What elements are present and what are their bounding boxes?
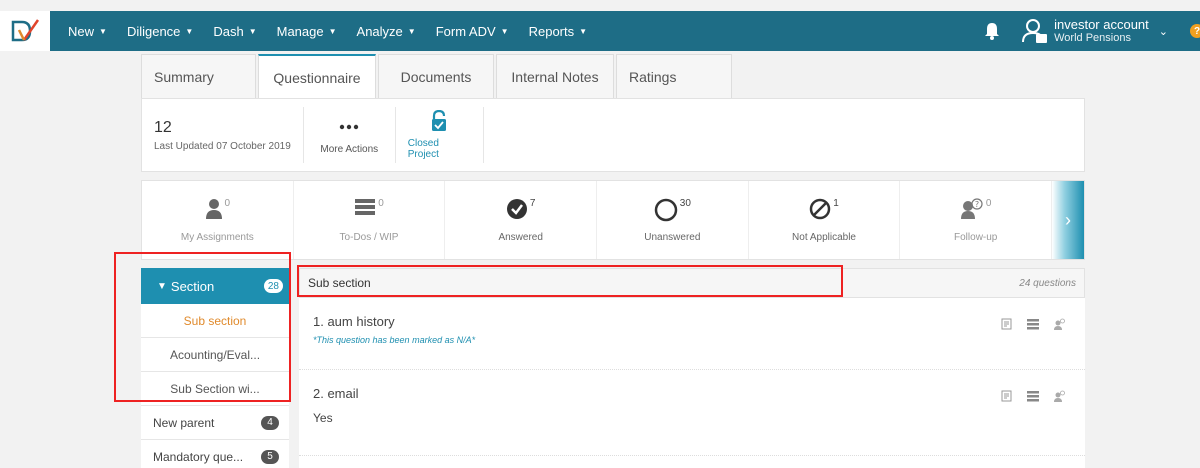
stat-count: 0: [985, 197, 992, 209]
closed-project-button[interactable]: Closed Project: [396, 107, 484, 163]
count-badge: 4: [261, 415, 279, 430]
nav-new[interactable]: New ▼: [58, 24, 117, 39]
nav-dash[interactable]: Dash ▼: [203, 24, 266, 39]
tab-documents[interactable]: Documents: [378, 54, 494, 98]
more-actions-label: More Actions: [320, 143, 379, 155]
highlight-box-sidebar: [114, 252, 291, 402]
stat-todos[interactable]: 0 To-Dos / WIP: [294, 181, 446, 259]
more-actions-button[interactable]: More Actions: [304, 107, 396, 163]
stat-count: 0: [378, 197, 384, 209]
nav-analyze-label: Analyze: [356, 23, 403, 39]
questions-panel: Sub section 24 questions 1. aum history …: [299, 268, 1085, 468]
caret-down-icon: ▼: [500, 26, 509, 36]
person-question-icon[interactable]: [1053, 390, 1065, 402]
count-badge: 5: [261, 449, 279, 464]
last-updated: Last Updated 07 October 2019: [154, 140, 291, 152]
question-title: 2. email: [313, 386, 359, 401]
person-question-icon[interactable]: [1053, 318, 1065, 330]
page-tabs: Summary Questionnaire Documents Internal…: [141, 54, 734, 99]
caret-down-icon: ▼: [248, 26, 257, 36]
edit-icon[interactable]: [1001, 390, 1013, 402]
chevron-down-icon[interactable]: ⌄: [1159, 25, 1168, 38]
project-number: 12: [154, 118, 172, 136]
caret-down-icon: ▼: [407, 26, 416, 36]
user-name: investor account: [1054, 16, 1149, 32]
edit-icon[interactable]: [1001, 318, 1013, 330]
tab-internal-notes[interactable]: Internal Notes: [496, 54, 614, 98]
sidebar-item-new-parent[interactable]: New parent 4: [141, 406, 289, 440]
question-answer: Yes: [313, 411, 333, 425]
logo-icon: [11, 19, 40, 42]
caret-down-icon: ▼: [579, 26, 588, 36]
stat-label: Answered: [498, 231, 543, 243]
ellipsis-icon: [339, 116, 359, 138]
sidebar-item-label: New parent: [153, 415, 215, 430]
stat-count: 7: [529, 197, 536, 209]
ban-icon: [809, 198, 831, 219]
logo[interactable]: [0, 11, 50, 51]
sidebar-item-mandatory[interactable]: Mandatory que... 5: [141, 440, 289, 468]
stat-my-assignments[interactable]: 0 My Assignments: [142, 181, 294, 259]
question-row[interactable]: [299, 456, 1085, 468]
stat-count: 0: [224, 197, 231, 209]
tab-ratings[interactable]: Ratings: [616, 54, 732, 98]
nav-diligence-label: Diligence: [126, 23, 181, 39]
svg-text:?: ?: [975, 200, 979, 209]
question-note: *This question has been marked as N/A*: [313, 335, 476, 345]
nav-manage-label: Manage: [276, 23, 324, 39]
stat-not-applicable[interactable]: 1 Not Applicable: [749, 181, 901, 259]
lock-check-icon: [430, 110, 448, 132]
person-question-icon: ?: [960, 197, 983, 219]
stat-follow-up[interactable]: ? 0 Follow-up: [900, 181, 1053, 259]
tab-summary[interactable]: Summary: [141, 54, 256, 98]
question-row[interactable]: 2. email Yes: [299, 370, 1085, 456]
stat-label: To-Dos / WIP: [339, 231, 399, 243]
check-circle-icon: [506, 198, 527, 219]
question-stats-bar: 0 My Assignments 0 To-Dos / WIP 7 Answer…: [141, 180, 1085, 260]
top-navbar: New ▼ Diligence ▼ Dash ▼ Manage ▼ Analyze ▼ F…: [0, 11, 1200, 51]
tasks-list-icon[interactable]: [1027, 390, 1039, 402]
user-account-icon[interactable]: [1022, 18, 1048, 44]
person-icon: [205, 198, 222, 219]
question-row[interactable]: 1. aum history *This question has been m…: [299, 298, 1085, 370]
caret-down-icon: ▼: [99, 26, 107, 36]
nav-dash-label: Dash: [213, 23, 244, 39]
tab-questionnaire[interactable]: Questionnaire: [258, 54, 376, 99]
sidebar-item-label: Mandatory que...: [153, 449, 244, 464]
stat-label: Unanswered: [644, 231, 701, 243]
help-icon[interactable]: ?: [1190, 24, 1200, 38]
question-count: 24 questions: [1019, 277, 1076, 289]
nav-reports-label: Reports: [528, 23, 575, 39]
stat-label: My Assignments: [180, 231, 254, 243]
chevron-right-icon[interactable]: ›: [1052, 181, 1084, 259]
stat-answered[interactable]: 7 Answered: [445, 181, 598, 259]
caret-down-icon: ▼: [185, 26, 194, 36]
nav-form-adv-label: Form ADV: [435, 23, 496, 39]
tasks-list-icon[interactable]: [1027, 318, 1039, 330]
stat-label: Not Applicable: [792, 231, 856, 243]
empty-circle-icon: [654, 198, 678, 221]
caret-down-icon: ▼: [328, 26, 337, 36]
user-menu[interactable]: investor account World Pensions: [1054, 16, 1149, 45]
nav-form-adv[interactable]: Form ADV ▼: [426, 24, 519, 39]
stat-unanswered[interactable]: 30 Unanswered: [597, 181, 749, 259]
nav-manage[interactable]: Manage ▼: [267, 24, 347, 39]
nav-analyze[interactable]: Analyze ▼: [347, 24, 426, 39]
project-info-bar: 12 Last Updated 07 October 2019 More Act…: [141, 98, 1085, 172]
bell-icon[interactable]: [982, 21, 1002, 41]
project-summary: 12 Last Updated 07 October 2019: [142, 107, 304, 163]
stat-label: Follow-up: [954, 231, 998, 243]
tasks-list-icon: [355, 198, 376, 215]
nav-new-label: New: [68, 23, 95, 39]
closed-project-label: Closed Project: [407, 138, 439, 160]
highlight-box-header: [297, 265, 843, 297]
stat-count: 30: [679, 197, 691, 209]
stat-count: 1: [833, 197, 839, 209]
user-org: World Pensions: [1054, 32, 1131, 45]
nav-reports[interactable]: Reports ▼: [519, 24, 597, 39]
question-title: 1. aum history: [313, 314, 395, 329]
nav-diligence[interactable]: Diligence ▼: [117, 24, 203, 39]
